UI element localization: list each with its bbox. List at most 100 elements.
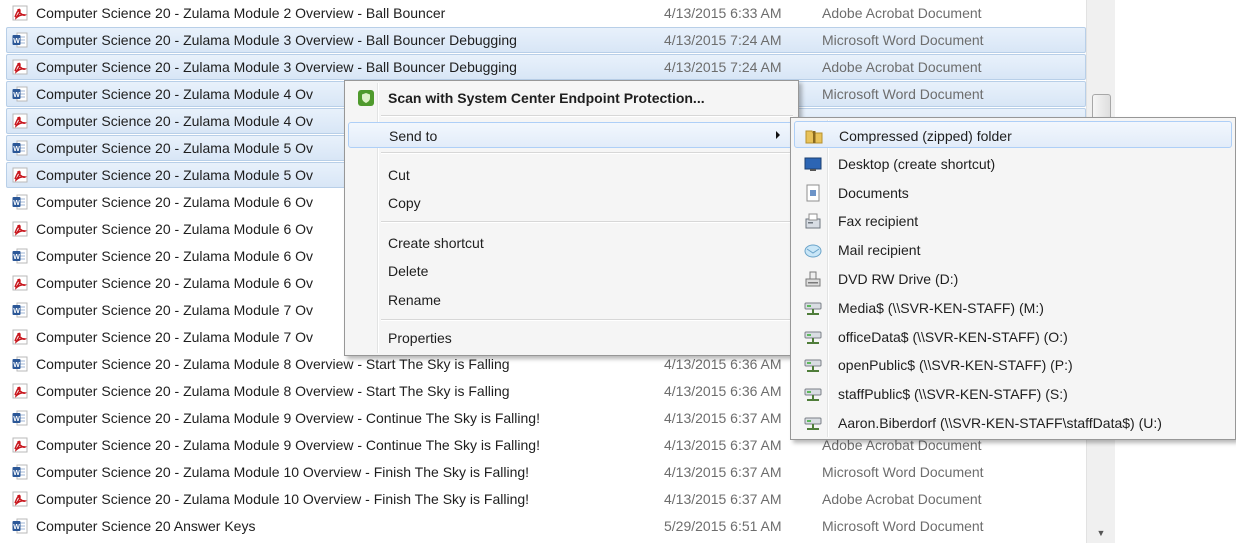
send-to-item[interactable]: Mail recipient [794,236,1232,263]
file-date-modified: 4/13/2015 6:37 AM [664,464,782,480]
send-to-item-label: Fax recipient [838,213,919,230]
pdf-document-icon [12,437,28,453]
network-drive-icon [804,414,822,432]
file-row[interactable]: W Computer Science 20 - Zulama Module 10 … [0,459,1096,485]
word-document-icon: W [12,140,28,156]
file-name: Computer Science 20 - Zulama Module 6 Ov [36,248,314,264]
svg-text:W: W [13,470,20,477]
send-to-item[interactable]: Documents [794,179,1232,206]
send-to-item[interactable]: Fax recipient [794,207,1232,234]
pdf-document-icon [12,491,28,507]
file-name: Computer Science 20 - Zulama Module 4 Ov [36,86,314,102]
file-type: Adobe Acrobat Document [822,59,982,75]
file-name: Computer Science 20 - Zulama Module 5 Ov [36,167,314,183]
svg-text:W: W [13,362,20,369]
file-date-modified: 4/13/2015 6:33 AM [664,5,782,21]
pdf-document-icon [12,275,28,291]
menu-item-label: Properties [388,330,452,346]
send-to-item[interactable]: Aaron.Biberdorf (\\SVR-KEN-STAFF\staffDa… [794,409,1232,436]
send-to-item[interactable]: officeData$ (\\SVR-KEN-STAFF) (O:) [794,323,1232,350]
menu-item-label: Rename [388,292,441,308]
file-type: Microsoft Word Document [822,32,984,48]
svg-text:W: W [13,416,20,423]
menu-item-delete[interactable]: Delete [348,258,795,284]
file-type: Adobe Acrobat Document [822,491,982,507]
send-to-item[interactable]: Compressed (zipped) folder [794,121,1232,148]
svg-text:W: W [13,38,20,45]
file-type: Microsoft Word Document [822,518,984,534]
pdf-document-icon [12,383,28,399]
menu-item-rename[interactable]: Rename [348,287,795,313]
word-document-icon: W [12,464,28,480]
file-row[interactable]: W Computer Science 20 Answer Keys 5/29/201… [0,513,1096,539]
menu-item-properties[interactable]: Properties [348,325,795,351]
send-to-item-label: DVD RW Drive (D:) [838,271,959,287]
file-row[interactable]: Computer Science 20 - Zulama Module 3 Ov… [0,54,1096,80]
pdf-document-icon [12,59,28,75]
file-type: Microsoft Word Document [822,86,984,102]
file-date-modified: 4/13/2015 7:24 AM [664,59,782,75]
menu-item-scan-endpoint-protection[interactable]: Scan with System Center Endpoint Protect… [348,85,795,111]
menu-item-label: Cut [388,167,410,183]
network-drive-icon [804,299,822,317]
file-date-modified: 5/29/2015 6:51 AM [664,518,782,534]
menu-item-copy[interactable]: Copy [348,190,795,216]
endpoint-protection-shield-icon [358,90,374,106]
file-row[interactable]: Computer Science 20 - Zulama Module 2 Ov… [0,0,1096,26]
send-to-item[interactable]: staffPublic$ (\\SVR-KEN-STAFF) (S:) [794,380,1232,407]
zip-folder-icon [805,127,823,145]
menu-item-create-shortcut[interactable]: Create shortcut [348,230,795,256]
svg-text:W: W [13,254,20,261]
menu-item-cut[interactable]: Cut [348,162,795,188]
scroll-down-arrow-icon[interactable]: ▼ [1087,523,1115,543]
file-name: Computer Science 20 Answer Keys [36,518,256,534]
network-drive-icon [804,328,822,346]
menu-separator [381,152,793,154]
mail-icon [804,241,822,259]
network-drive-icon [804,356,822,374]
pdf-document-icon [12,221,28,237]
send-to-item-label: Media$ (\\SVR-KEN-STAFF) (M:) [838,299,1044,316]
file-date-modified: 4/13/2015 6:37 AM [664,410,782,426]
pdf-document-icon [12,329,28,345]
file-name: Computer Science 20 - Zulama Module 2 Ov… [36,5,446,21]
menu-separator [381,221,793,223]
word-document-icon: W [12,194,28,210]
send-to-item-label: Mail recipient [838,242,921,259]
file-name: Computer Science 20 - Zulama Module 10 O… [36,464,530,480]
send-to-item[interactable]: Media$ (\\SVR-KEN-STAFF) (M:) [794,294,1232,321]
send-to-item-label: Documents [838,184,909,201]
submenu-arrow-icon [776,131,780,139]
file-row[interactable]: Computer Science 20 - Zulama Module 10 O… [0,486,1096,512]
send-to-item-label: officeData$ (\\SVR-KEN-STAFF) (O:) [838,328,1068,345]
send-to-item-label: Desktop (create shortcut) [838,155,996,172]
menu-item-label: Scan with System Center Endpoint Protect… [388,90,705,106]
send-to-item[interactable]: openPublic$ (\\SVR-KEN-STAFF) (P:) [794,351,1232,378]
send-to-item[interactable]: DVD RW Drive (D:) [794,265,1232,292]
context-menu: Scan with System Center Endpoint Protect… [344,80,799,356]
pdf-document-icon [12,113,28,129]
send-to-submenu: Compressed (zipped) folder Desktop (creat… [790,117,1236,440]
fax-icon [804,212,822,230]
file-type: Adobe Acrobat Document [822,5,982,21]
send-to-item[interactable]: Desktop (create shortcut) [794,150,1232,177]
network-drive-icon [804,385,822,403]
svg-text:W: W [13,146,20,153]
file-name: Computer Science 20 - Zulama Module 3 Ov… [36,32,517,48]
file-row[interactable]: W Computer Science 20 - Zulama Module 3 O… [0,27,1096,53]
menu-item-send-to[interactable]: Send to [348,122,795,148]
file-name: Computer Science 20 - Zulama Module 6 Ov [36,194,314,210]
pdf-document-icon [12,5,28,21]
file-date-modified: 4/13/2015 6:37 AM [664,491,782,507]
word-document-icon: W [12,518,28,534]
send-to-item-label: openPublic$ (\\SVR-KEN-STAFF) (P:) [838,357,1073,374]
file-name: Computer Science 20 - Zulama Module 8 Ov… [36,356,510,372]
file-date-modified: 4/13/2015 7:24 AM [664,32,782,48]
file-name: Computer Science 20 - Zulama Module 7 Ov [36,329,314,345]
file-name: Computer Science 20 - Zulama Module 5 Ov [36,140,314,156]
file-name: Computer Science 20 - Zulama Module 8 Ov… [36,383,510,399]
menu-separator [381,115,793,117]
documents-icon [804,184,822,202]
file-date-modified: 4/13/2015 6:36 AM [664,356,782,372]
file-name: Computer Science 20 - Zulama Module 9 Ov… [36,437,540,453]
